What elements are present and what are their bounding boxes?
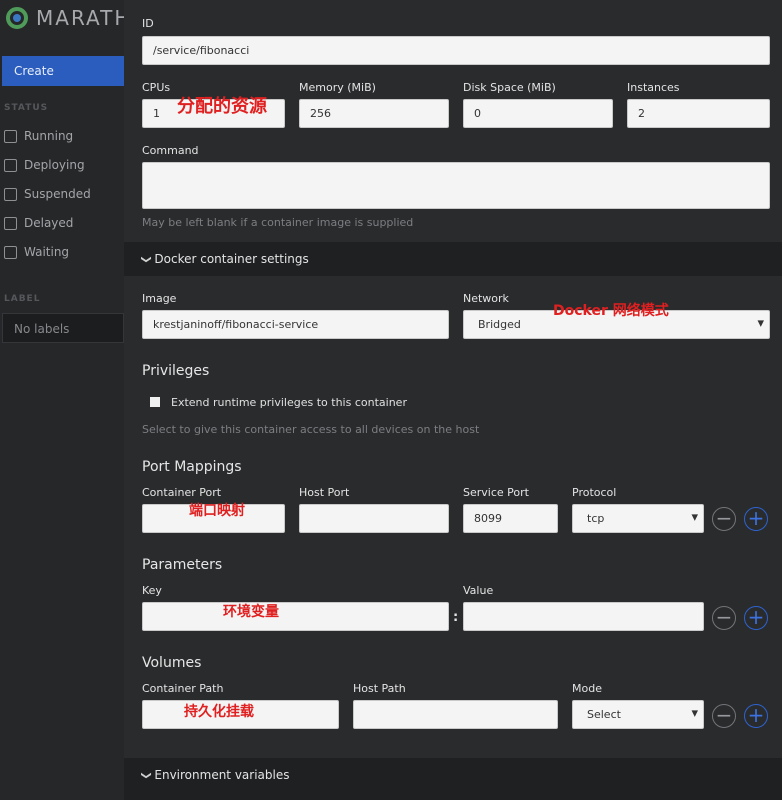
command-textarea[interactable] — [142, 162, 770, 209]
filter-delayed[interactable]: Delayed — [4, 216, 73, 230]
command-label: Command — [142, 144, 199, 157]
image-input[interactable]: krestjaninoff/fibonacci-service — [142, 310, 449, 339]
chevron-down-icon: ❯ — [140, 254, 152, 264]
checkbox-icon[interactable] — [4, 216, 17, 230]
host-port-label: Host Port — [299, 486, 350, 499]
privileges-option[interactable]: Extend runtime privileges to this contai… — [142, 388, 770, 416]
checkbox-icon[interactable] — [4, 245, 17, 259]
image-label: Image — [142, 292, 177, 305]
docker-section-toggle[interactable]: ❯ Docker container settings — [140, 252, 309, 266]
mode-select[interactable]: Select — [572, 700, 704, 729]
filter-label: Delayed — [24, 216, 74, 230]
filter-running[interactable]: Running — [4, 129, 73, 143]
chevron-down-icon: ❯ — [140, 770, 152, 780]
service-port-label: Service Port — [463, 486, 529, 499]
annotation-port-mapping: 端口映射 — [189, 503, 245, 519]
environment-section-toggle[interactable]: ❯ Environment variables — [140, 768, 290, 782]
create-button[interactable]: Create — [2, 56, 124, 86]
marathon-logo-icon — [6, 7, 28, 29]
container-port-label: Container Port — [142, 486, 222, 499]
annotation-env-vars: 环境变量 — [223, 604, 279, 620]
label-heading: LABEL — [4, 294, 41, 304]
checkbox-icon[interactable] — [150, 397, 160, 407]
filter-deploying[interactable]: Deploying — [4, 158, 85, 172]
filter-label: Deploying — [24, 158, 85, 172]
annotation-resources: 分配的资源 — [177, 96, 267, 117]
id-label: ID — [142, 17, 154, 30]
checkbox-icon[interactable] — [4, 129, 17, 143]
disk-input[interactable]: 0 — [463, 99, 613, 128]
filter-label: Running — [24, 129, 74, 143]
disk-label: Disk Space (MiB) — [463, 81, 556, 94]
container-path-label: Container Path — [142, 682, 224, 695]
sidebar: MARATH Create STATUS Running Deploying S… — [0, 0, 129, 800]
command-help: May be left blank if a container image i… — [142, 216, 414, 229]
remove-port-button[interactable]: − — [712, 507, 736, 531]
filter-suspended[interactable]: Suspended — [4, 187, 91, 201]
memory-input[interactable]: 256 — [299, 99, 449, 128]
key-value-separator: : — [453, 610, 459, 625]
remove-parameter-button[interactable]: − — [712, 606, 736, 630]
id-input[interactable]: /service/fibonacci — [142, 36, 770, 65]
remove-volume-button[interactable]: − — [712, 704, 736, 728]
host-path-input[interactable] — [353, 700, 558, 729]
marathon-logo[interactable]: MARATH — [6, 6, 131, 30]
privileges-checkbox-label: Extend runtime privileges to this contai… — [171, 395, 407, 409]
status-heading: STATUS — [4, 103, 49, 113]
checkbox-icon[interactable] — [4, 158, 17, 172]
add-parameter-button[interactable]: + — [744, 606, 768, 630]
annotation-persistence: 持久化挂载 — [184, 704, 254, 720]
network-label: Network — [463, 292, 509, 305]
port-mappings-title: Port Mappings — [142, 459, 242, 475]
protocol-select[interactable]: tcp — [572, 504, 704, 533]
value-label: Value — [463, 584, 494, 597]
privileges-help: Select to give this container access to … — [142, 423, 480, 436]
key-label: Key — [142, 584, 162, 597]
annotation-network-mode: Docker 网络模式 — [553, 303, 669, 319]
instances-label: Instances — [627, 81, 680, 94]
service-port-input[interactable]: 8099 — [463, 504, 558, 533]
privileges-title: Privileges — [142, 363, 210, 379]
mode-label: Mode — [572, 682, 602, 695]
host-port-input[interactable] — [299, 504, 449, 533]
instances-input[interactable]: 2 — [627, 99, 770, 128]
add-volume-button[interactable]: + — [744, 704, 768, 728]
filter-label: Suspended — [24, 187, 91, 201]
filter-waiting[interactable]: Waiting — [4, 245, 69, 259]
volumes-title: Volumes — [142, 655, 202, 671]
add-port-button[interactable]: + — [744, 507, 768, 531]
logo-text: MARATH — [36, 6, 132, 30]
checkbox-icon[interactable] — [4, 187, 17, 201]
docker-section-title: Docker container settings — [154, 252, 309, 266]
parameters-title: Parameters — [142, 557, 223, 573]
memory-label: Memory (MiB) — [299, 81, 376, 94]
parameter-key-input[interactable] — [142, 602, 449, 631]
host-path-label: Host Path — [353, 682, 406, 695]
environment-section-title: Environment variables — [154, 768, 290, 782]
protocol-label: Protocol — [572, 486, 617, 499]
parameter-value-input[interactable] — [463, 602, 704, 631]
cpus-label: CPUs — [142, 81, 171, 94]
filter-label: Waiting — [24, 245, 70, 259]
labels-select[interactable]: No labels — [2, 313, 124, 343]
